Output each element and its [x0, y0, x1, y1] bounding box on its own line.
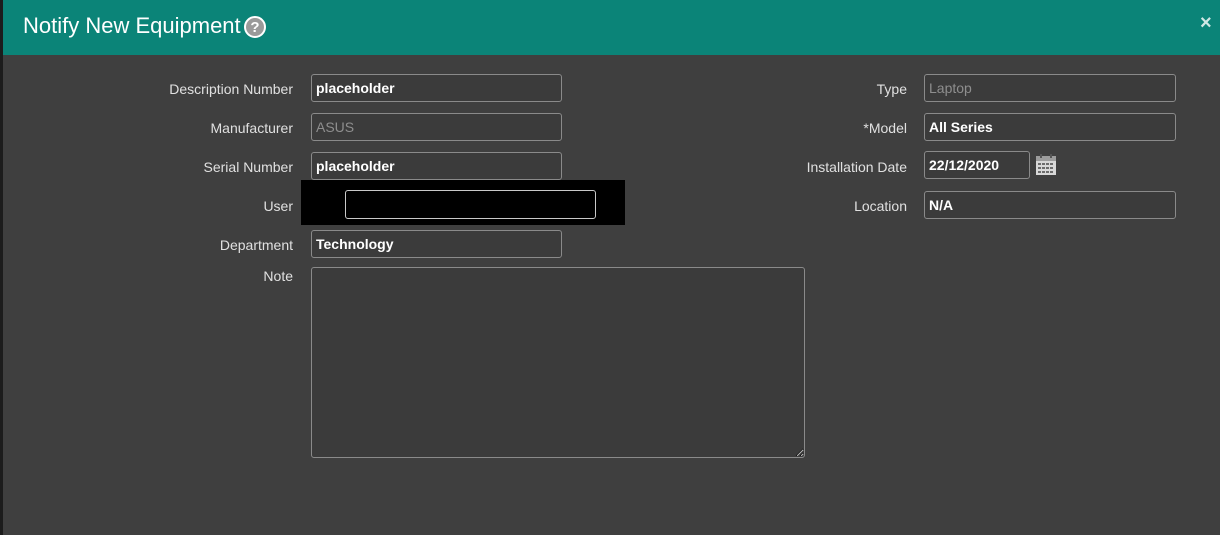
note-label: Note — [263, 268, 293, 284]
model-input[interactable] — [924, 113, 1176, 141]
description-number-label: Description Number — [169, 81, 293, 97]
location-input[interactable] — [924, 191, 1176, 219]
notify-equipment-dialog: Notify New Equipment ? × Description Num… — [0, 0, 1220, 535]
dialog-title: Notify New Equipment — [23, 13, 241, 38]
installation-date-label: Installation Date — [806, 159, 907, 175]
user-label: User — [263, 198, 293, 214]
serial-number-label: Serial Number — [203, 159, 293, 175]
manufacturer-input[interactable] — [311, 113, 562, 141]
manufacturer-label: Manufacturer — [210, 120, 293, 136]
calendar-icon[interactable] — [1035, 154, 1057, 176]
department-input[interactable] — [311, 230, 562, 258]
close-icon[interactable]: × — [1200, 13, 1212, 33]
model-label: *Model — [863, 120, 907, 136]
serial-number-input[interactable] — [311, 152, 562, 180]
installation-date-input[interactable] — [924, 151, 1030, 179]
help-icon[interactable]: ? — [244, 16, 266, 38]
dialog-header: Notify New Equipment ? — [3, 0, 1220, 55]
department-label: Department — [219, 237, 293, 253]
type-label: Type — [876, 81, 907, 97]
user-input[interactable] — [345, 190, 596, 219]
location-label: Location — [854, 198, 907, 214]
note-textarea[interactable] — [311, 267, 805, 458]
description-number-input[interactable] — [311, 74, 562, 102]
type-input[interactable] — [924, 74, 1176, 102]
